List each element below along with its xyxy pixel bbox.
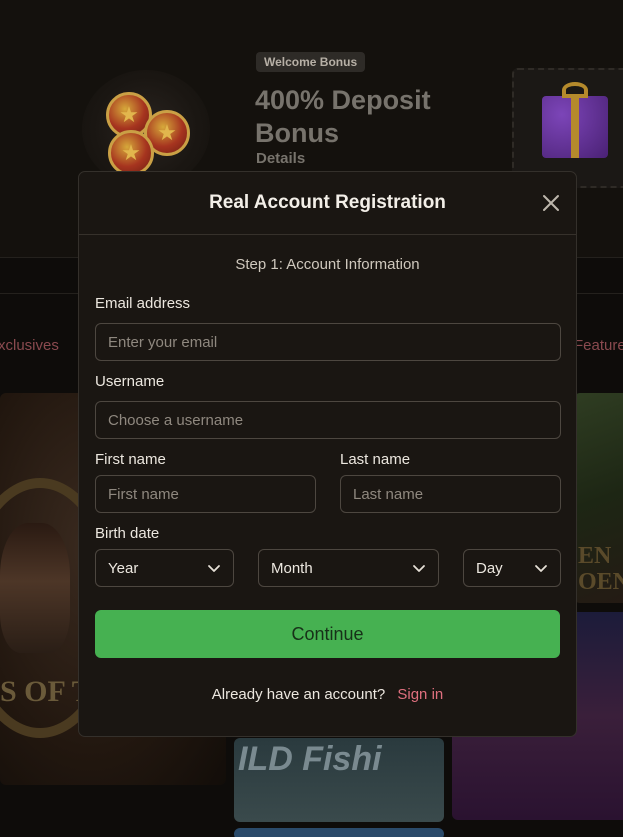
first-name-label: First name (95, 451, 166, 468)
username-field[interactable] (95, 401, 561, 439)
continue-button[interactable]: Continue (95, 610, 560, 658)
email-label: Email address (95, 295, 191, 312)
tile-art-figure (0, 523, 70, 653)
last-name-field[interactable] (340, 475, 561, 513)
modal-title: Real Account Registration (209, 192, 446, 213)
gift-bow (562, 82, 588, 98)
chevron-down-icon (535, 565, 547, 572)
bonus-badge: Welcome Bonus (256, 52, 366, 72)
birth-month-select[interactable]: Month (258, 549, 439, 587)
category-tab-featured[interactable]: Feature (574, 337, 623, 354)
birth-year-value: Year (108, 559, 139, 577)
chevron-down-icon (208, 565, 220, 572)
tile-caption: ILD Fishi (238, 740, 382, 778)
birth-month-value: Month (271, 559, 313, 577)
first-name-field[interactable] (95, 475, 316, 513)
bonus-details-link[interactable]: Details (256, 150, 305, 167)
last-name-label: Last name (340, 451, 411, 468)
gift-ribbon (571, 96, 579, 158)
signin-prompt: Already have an account? (211, 686, 386, 703)
email-field[interactable] (95, 323, 561, 361)
game-tile-right-top[interactable]: EN OEN (574, 393, 623, 603)
tile-caption: EN OEN (578, 543, 623, 595)
coin-icon (108, 130, 154, 176)
username-label: Username (95, 373, 165, 390)
birth-day-value: Day (476, 559, 503, 577)
category-tab-exclusives[interactable]: xclusives (0, 337, 59, 354)
close-icon (543, 195, 559, 211)
modal-header: Real Account Registration (79, 172, 576, 235)
registration-modal: Real Account Registration Step 1: Accoun… (78, 171, 577, 737)
step-indicator: Step 1: Account Information (235, 256, 420, 273)
bonus-title: 400% Deposit Bonus (255, 85, 431, 148)
birth-year-select[interactable]: Year (95, 549, 234, 587)
close-button[interactable] (540, 192, 562, 214)
birth-day-select[interactable]: Day (463, 549, 561, 587)
birth-date-label: Birth date (95, 525, 160, 542)
gift-illustration (512, 68, 623, 188)
signin-link[interactable]: Sign in (397, 686, 443, 703)
gift-box-icon (542, 82, 608, 158)
game-tile-bottom[interactable] (234, 828, 444, 837)
game-tile-fishing[interactable]: ILD Fishi (234, 738, 444, 822)
chevron-down-icon (413, 565, 425, 572)
signin-row: Already have an account? Sign in (79, 686, 576, 703)
